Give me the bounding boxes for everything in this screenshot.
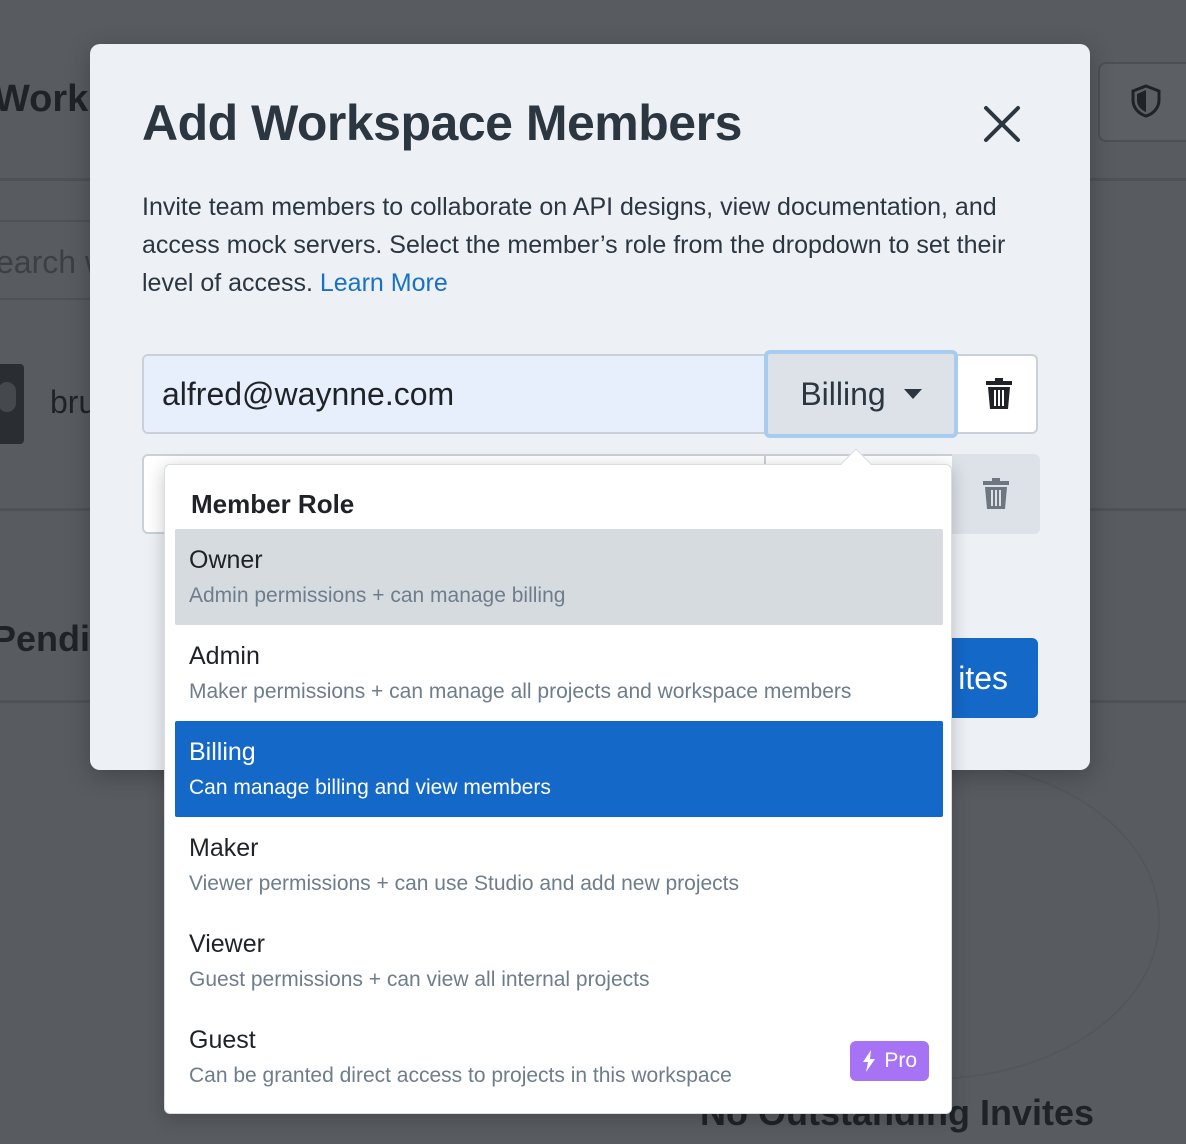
email-field[interactable] [144, 356, 764, 432]
chevron-down-icon [903, 389, 922, 399]
role-select-value: Billing [800, 375, 886, 412]
role-option-owner[interactable]: Owner Admin permissions + can manage bil… [175, 529, 943, 625]
close-button[interactable] [980, 102, 1024, 146]
role-option-title: Maker [189, 834, 259, 862]
role-option-description: Guest permissions + can view all interna… [189, 968, 650, 991]
shield-icon [1131, 84, 1161, 118]
avatar [0, 364, 24, 444]
dropdown-header: Member Role [191, 489, 355, 519]
role-option-admin[interactable]: Admin Maker permissions + can manage all… [175, 625, 943, 721]
role-option-viewer[interactable]: Viewer Guest permissions + can view all … [175, 913, 943, 1009]
learn-more-link[interactable]: Learn More [320, 269, 448, 297]
role-option-description: Viewer permissions + can use Studio and … [189, 872, 740, 895]
close-icon [984, 106, 1020, 142]
remove-row-button[interactable] [960, 356, 1038, 432]
role-option-title: Owner [189, 546, 263, 574]
trash-icon [983, 478, 1009, 509]
role-option-guest[interactable]: Guest Can be granted direct access to pr… [175, 1009, 943, 1105]
pro-badge-label: Pro [884, 1049, 917, 1072]
role-option-title: Admin [189, 642, 260, 670]
modal-description: Invite team members to collaborate on AP… [142, 188, 1052, 302]
role-option-title: Viewer [189, 930, 265, 958]
role-select[interactable]: Billing [764, 350, 958, 438]
invite-row: Billing [142, 350, 1038, 438]
modal-description-text: Invite team members to collaborate on AP… [142, 193, 1006, 297]
role-option-description: Admin permissions + can manage billing [189, 584, 566, 607]
role-option-title: Billing [189, 738, 256, 766]
send-invites-label: ites [958, 659, 1008, 696]
role-option-title: Guest [189, 1026, 256, 1054]
modal-title: Add Workspace Members [142, 95, 742, 151]
pro-badge: Pro [850, 1041, 929, 1081]
bolt-icon [863, 1050, 876, 1072]
role-option-description: Maker permissions + can manage all proje… [189, 680, 852, 703]
remove-row-button[interactable] [952, 454, 1040, 534]
trash-icon [986, 378, 1012, 409]
role-option-description: Can manage billing and view members [189, 776, 551, 799]
role-option-billing[interactable]: Billing Can manage billing and view memb… [175, 721, 943, 817]
role-option-description: Can be granted direct access to projects… [189, 1064, 732, 1087]
role-dropdown-menu: Member Role Owner Admin permissions + ca… [164, 448, 952, 1114]
role-option-maker[interactable]: Maker Viewer permissions + can use Studi… [175, 817, 943, 913]
